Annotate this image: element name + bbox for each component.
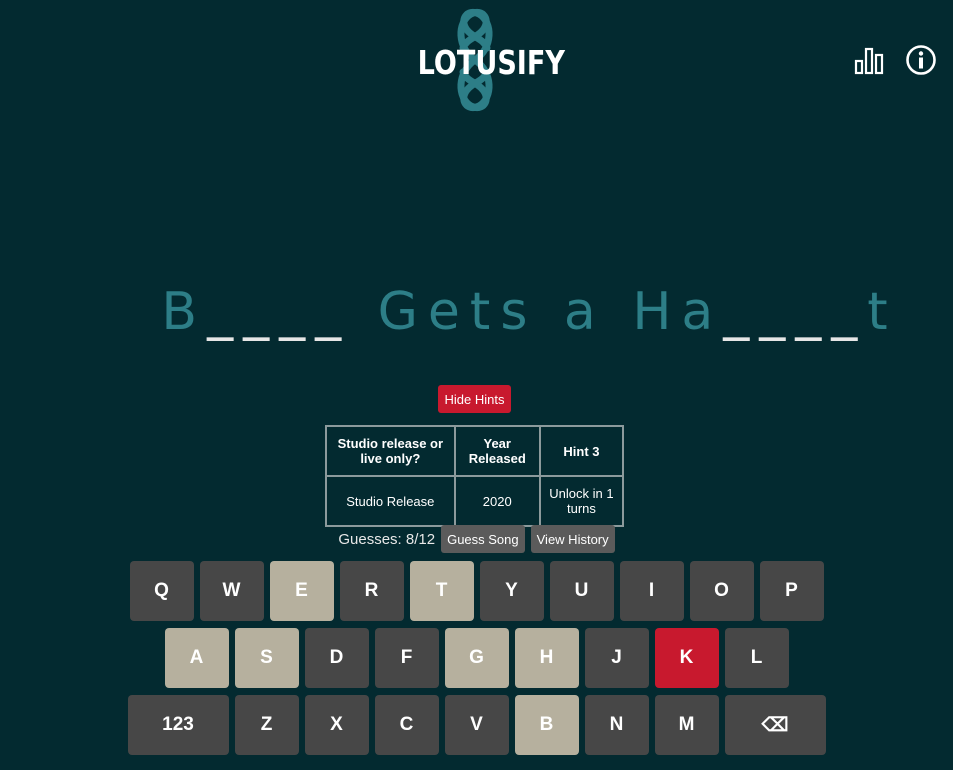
hint-value-3: Unlock in 1 turns — [538, 475, 625, 527]
hint-value-year: 2020 — [453, 475, 541, 527]
key-e[interactable]: E — [269, 561, 334, 621]
hints-value-row: Studio Release 2020 Unlock in 1 turns — [325, 475, 625, 527]
guess-counter: Guesses: 8/12 — [338, 530, 436, 548]
keyboard-row-3: 123 Z X C V B N M ⌫ — [0, 695, 953, 755]
key-g[interactable]: G — [444, 628, 509, 688]
key-d[interactable]: D — [304, 628, 369, 688]
key-y[interactable]: Y — [479, 561, 544, 621]
key-p[interactable]: P — [759, 561, 824, 621]
key-j[interactable]: J — [584, 628, 649, 688]
key-k[interactable]: K — [654, 628, 719, 688]
key-u[interactable]: U — [549, 561, 614, 621]
key-o[interactable]: O — [689, 561, 754, 621]
key-r[interactable]: R — [339, 561, 404, 621]
key-t[interactable]: T — [409, 561, 474, 621]
key-c[interactable]: C — [374, 695, 439, 755]
guess-song-button[interactable]: Guess Song — [441, 525, 525, 553]
hint-header-release: Studio release or live only? — [325, 425, 456, 477]
hint-value-release: Studio Release — [325, 475, 456, 527]
puzzle-blank: ____ — [723, 282, 868, 342]
info-icon[interactable] — [905, 44, 937, 76]
key-q[interactable]: Q — [129, 561, 194, 621]
hide-hints-button[interactable]: Hide Hints — [438, 385, 511, 413]
hints-table: Studio release or live only? Year Releas… — [325, 425, 625, 527]
guess-controls: Guesses: 8/12 Guess Song View History — [0, 525, 953, 553]
logo-text: LOTUSIFY — [417, 43, 565, 82]
hint-header-year: Year Released — [453, 425, 541, 477]
key-b[interactable]: B — [514, 695, 579, 755]
puzzle-letters: t — [867, 282, 898, 342]
key-a[interactable]: A — [164, 628, 229, 688]
puzzle-blank: ____ — [207, 282, 352, 342]
puzzle-letters: Gets a Ha — [351, 282, 724, 342]
app-root: LOTUSIFY B____ Gets a Ha____t Hide Hints… — [0, 0, 953, 770]
stats-icon[interactable] — [853, 44, 885, 76]
view-history-button[interactable]: View History — [530, 525, 615, 553]
hints-header-row: Studio release or live only? Year Releas… — [325, 425, 625, 477]
keyboard-row-1: QWERTYUIOP — [0, 561, 953, 621]
numbers-key[interactable]: 123 — [127, 695, 229, 755]
keyboard-row-2: ASDFGHJKL — [0, 628, 953, 688]
key-h[interactable]: H — [514, 628, 579, 688]
key-f[interactable]: F — [374, 628, 439, 688]
header-actions — [853, 44, 937, 76]
puzzle-letters: B — [161, 282, 208, 342]
key-x[interactable]: X — [304, 695, 369, 755]
lotusify-logo: LOTUSIFY — [405, 8, 565, 112]
key-m[interactable]: M — [654, 695, 719, 755]
key-s[interactable]: S — [234, 628, 299, 688]
key-v[interactable]: V — [444, 695, 509, 755]
key-n[interactable]: N — [584, 695, 649, 755]
key-z[interactable]: Z — [234, 695, 299, 755]
key-i[interactable]: I — [619, 561, 684, 621]
key-w[interactable]: W — [199, 561, 264, 621]
hint-header-3: Hint 3 — [538, 425, 625, 477]
song-title-puzzle: B____ Gets a Ha____t — [0, 222, 953, 402]
backspace-key[interactable]: ⌫ — [724, 695, 826, 755]
key-l[interactable]: L — [724, 628, 789, 688]
